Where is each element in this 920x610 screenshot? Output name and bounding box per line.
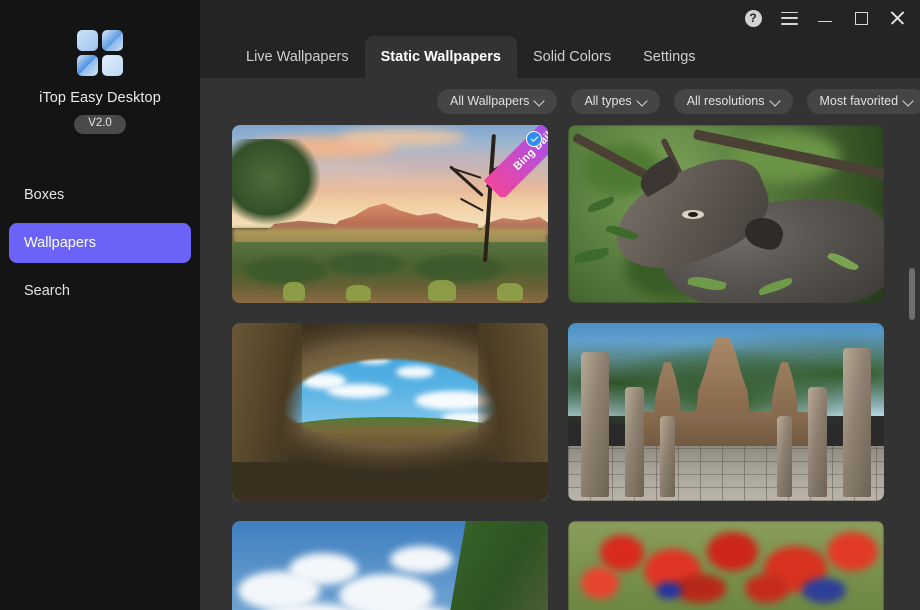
- minimize-button[interactable]: [807, 1, 843, 35]
- version-badge: V2.0: [74, 115, 126, 134]
- wallpaper-card-ancient-temple-ruins[interactable]: [568, 323, 884, 501]
- main-panel: ? Live Wallpapers Static Wallpapers Soli…: [200, 0, 920, 610]
- help-button[interactable]: ?: [735, 1, 771, 35]
- wallpaper-thumbnail: [568, 521, 884, 610]
- sidebar-item-boxes[interactable]: Boxes: [9, 175, 191, 215]
- filter-bar: All Wallpapers All types All resolutions…: [200, 78, 920, 124]
- tab-label: Static Wallpapers: [380, 49, 501, 65]
- menu-button[interactable]: [771, 1, 807, 35]
- filter-most-favorited[interactable]: Most favorited: [806, 88, 920, 114]
- sidebar: iTop Easy Desktop V2.0 Boxes Wallpapers …: [0, 0, 200, 610]
- tab-label: Settings: [643, 49, 696, 65]
- wallpaper-thumbnail: [232, 323, 548, 501]
- dead-tree-silhouette: [441, 134, 529, 263]
- close-icon: [890, 11, 905, 26]
- help-icon: ?: [744, 9, 762, 27]
- tab-bar: Live Wallpapers Static Wallpapers Solid …: [200, 36, 920, 78]
- filter-all-wallpapers[interactable]: All Wallpapers: [437, 88, 558, 114]
- filter-label: All types: [584, 94, 632, 108]
- wallpaper-card-clouds-over-terraced-hill[interactable]: [232, 521, 548, 610]
- wallpaper-card-sedona-desert-sunset[interactable]: Bing Daily: [232, 125, 548, 303]
- logo-tile-bottom-right: [102, 55, 123, 76]
- logo-tile-top-right: [102, 30, 123, 51]
- wallpaper-card-rhino-in-jungle[interactable]: [568, 125, 884, 303]
- filter-all-resolutions[interactable]: All resolutions: [673, 88, 793, 114]
- app-title: iTop Easy Desktop: [39, 90, 161, 106]
- maximize-icon: [854, 11, 868, 25]
- wallpaper-thumbnail: [232, 521, 548, 610]
- tab-label: Live Wallpapers: [246, 49, 349, 65]
- logo-tile-bottom-left: [77, 55, 98, 76]
- wallpaper-card-hidden-beach-cave[interactable]: [232, 323, 548, 501]
- tab-label: Solid Colors: [532, 49, 612, 65]
- wallpaper-grid: Bing Daily: [200, 124, 920, 610]
- wallpaper-gallery: Bing Daily: [200, 124, 920, 610]
- tab-static-wallpapers[interactable]: Static Wallpapers: [364, 36, 517, 78]
- verified-check-icon: [526, 131, 542, 147]
- filter-label: All resolutions: [686, 94, 765, 108]
- sidebar-item-wallpapers[interactable]: Wallpapers: [9, 222, 191, 263]
- minimize-icon: [818, 20, 832, 23]
- menu-icon: [780, 11, 798, 25]
- tab-settings[interactable]: Settings: [627, 36, 711, 78]
- sidebar-nav: Boxes Wallpapers Search: [0, 175, 200, 319]
- sidebar-item-search[interactable]: Search: [9, 271, 191, 311]
- filter-label: All Wallpapers: [450, 94, 530, 108]
- tab-live-wallpapers[interactable]: Live Wallpapers: [230, 36, 365, 78]
- sidebar-item-label: Wallpapers: [24, 234, 96, 251]
- chevron-down-icon: [904, 97, 913, 106]
- filter-label: Most favorited: [819, 94, 899, 108]
- wallpaper-thumbnail: [568, 323, 884, 501]
- chevron-down-icon: [771, 97, 780, 106]
- wallpaper-thumbnail: [232, 125, 548, 303]
- scrollbar-thumb[interactable]: [909, 268, 915, 320]
- app-logo: [77, 30, 123, 76]
- wallpaper-card-red-poppy-field[interactable]: [568, 521, 884, 610]
- sidebar-item-label: Boxes: [24, 186, 65, 203]
- maximize-button[interactable]: [843, 1, 879, 35]
- sidebar-item-label: Search: [24, 282, 70, 299]
- logo-tile-top-left: [77, 30, 98, 51]
- wallpaper-thumbnail: [568, 125, 884, 303]
- chevron-down-icon: [535, 97, 544, 106]
- gallery-scrollbar[interactable]: [909, 248, 915, 610]
- title-bar: ?: [200, 0, 920, 36]
- chevron-down-icon: [638, 97, 647, 106]
- app-window: iTop Easy Desktop V2.0 Boxes Wallpapers …: [0, 0, 920, 610]
- filter-all-types[interactable]: All types: [571, 88, 660, 114]
- tab-solid-colors[interactable]: Solid Colors: [517, 36, 627, 78]
- close-button[interactable]: [879, 1, 915, 35]
